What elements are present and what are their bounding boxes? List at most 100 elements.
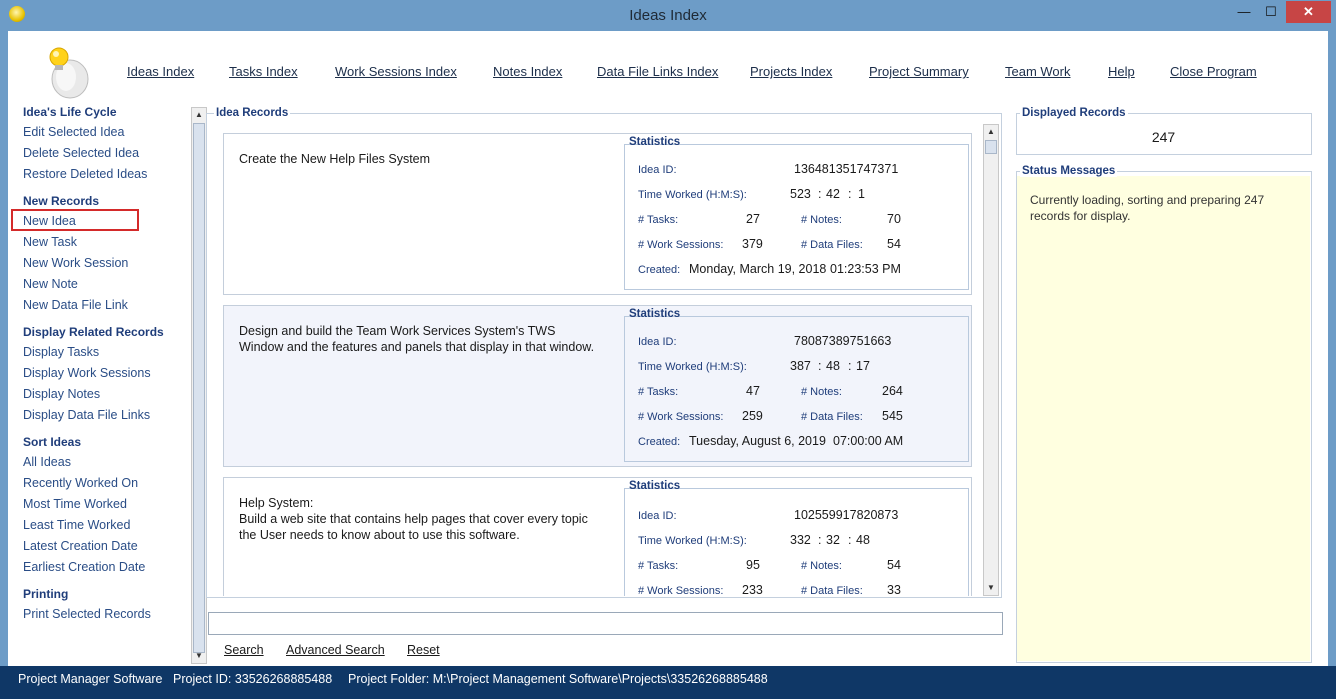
sidebar-earliest-creation-date[interactable]: Earliest Creation Date: [23, 560, 145, 574]
statusbar-project-folder: Project Folder: M:\Project Management So…: [348, 672, 768, 686]
menu-data-file-links-index[interactable]: Data File Links Index: [597, 64, 718, 79]
time-separator: :: [848, 187, 852, 201]
search-input[interactable]: [208, 612, 1003, 635]
sidebar-most-time-worked[interactable]: Most Time Worked: [23, 497, 127, 511]
sidebar-display-data-file-links[interactable]: Display Data File Links: [23, 408, 150, 422]
records-heading: Idea Records: [214, 107, 291, 119]
tasks-label: # Tasks:: [638, 214, 679, 226]
minutes-value: 42: [826, 187, 840, 201]
records-scrollbar[interactable]: ▲ ▼: [983, 124, 999, 596]
statusbar-app-name: Project Manager Software: [18, 672, 163, 686]
scroll-down-arrow-icon[interactable]: ▼: [984, 581, 998, 595]
tasks-label: # Tasks:: [638, 386, 679, 398]
scroll-down-arrow-icon[interactable]: ▼: [192, 649, 206, 663]
menu-close-program[interactable]: Close Program: [1170, 64, 1257, 79]
heading-related-records: Display Related Records: [23, 325, 164, 339]
statusbar-project-id: Project ID: 33526268885488: [173, 672, 333, 686]
notes-label: # Notes:: [801, 386, 842, 398]
sidebar-new-work-session[interactable]: New Work Session: [23, 256, 128, 270]
sidebar-display-tasks[interactable]: Display Tasks: [23, 345, 99, 359]
sidebar-edit-selected-idea[interactable]: Edit Selected Idea: [23, 125, 124, 139]
time-separator: :: [818, 187, 822, 201]
sidebar-print-selected-records[interactable]: Print Selected Records: [23, 607, 151, 621]
idea-record-card[interactable]: Create the New Help Files System Statist…: [223, 133, 972, 295]
time-separator: :: [818, 359, 822, 373]
window-title: Ideas Index: [629, 7, 707, 24]
maximize-button[interactable]: ☐: [1259, 1, 1283, 23]
status-messages-heading: Status Messages: [1020, 165, 1118, 177]
tasks-value: 27: [746, 212, 760, 226]
work-sessions-label: # Work Sessions:: [638, 411, 724, 423]
card-clip: Help System: Build a web site that conta…: [223, 477, 972, 596]
time-separator: :: [848, 533, 852, 547]
minutes-value: 48: [826, 359, 840, 373]
idea-record-card[interactable]: Design and build the Team Work Services …: [223, 305, 972, 467]
menu-help[interactable]: Help: [1108, 64, 1135, 79]
idea-id-value: 136481351747371: [794, 162, 899, 176]
tasks-label: # Tasks:: [638, 560, 679, 572]
sidebar-restore-deleted-ideas[interactable]: Restore Deleted Ideas: [23, 167, 147, 181]
scroll-thumb[interactable]: [193, 123, 205, 653]
menu-projects-index[interactable]: Projects Index: [750, 64, 832, 79]
seconds-value: 1: [858, 187, 865, 201]
data-files-value: 54: [887, 237, 901, 251]
created-time-value: 01:23:53 PM: [830, 262, 901, 276]
idea-record-card[interactable]: Help System: Build a web site that conta…: [223, 477, 972, 596]
created-label: Created:: [638, 436, 681, 448]
displayed-records-heading: Displayed Records: [1020, 107, 1128, 119]
seconds-value: 48: [856, 533, 870, 547]
sidebar-new-note[interactable]: New Note: [23, 277, 78, 291]
notes-value: 264: [882, 384, 903, 398]
sidebar-scrollbar[interactable]: ▲ ▼: [191, 107, 207, 664]
menu-project-summary[interactable]: Project Summary: [869, 64, 969, 79]
sidebar-new-idea[interactable]: New Idea: [23, 214, 76, 228]
sidebar-least-time-worked[interactable]: Least Time Worked: [23, 518, 130, 532]
sidebar-display-work-sessions[interactable]: Display Work Sessions: [23, 366, 151, 380]
idea-id-label: Idea ID:: [638, 164, 677, 176]
statistics-label: Statistics: [629, 308, 681, 320]
notes-label: # Notes:: [801, 214, 842, 226]
sidebar-recently-worked-on[interactable]: Recently Worked On: [23, 476, 138, 490]
status-message-text: Currently loading, sorting and preparing…: [1030, 193, 1265, 223]
sidebar-delete-selected-idea[interactable]: Delete Selected Idea: [23, 146, 139, 160]
advanced-search-button[interactable]: Advanced Search: [286, 643, 385, 657]
minutes-value: 32: [826, 533, 840, 547]
menu-team-work[interactable]: Team Work: [1005, 64, 1071, 79]
tasks-value: 95: [746, 558, 760, 572]
sidebar-latest-creation-date[interactable]: Latest Creation Date: [23, 539, 138, 553]
menu-work-sessions-index[interactable]: Work Sessions Index: [335, 64, 457, 79]
heading-sort-ideas: Sort Ideas: [23, 435, 82, 449]
sidebar-new-task[interactable]: New Task: [23, 235, 77, 249]
statistics-label: Statistics: [629, 480, 681, 492]
notes-value: 70: [887, 212, 901, 226]
created-time-value: 07:00:00 AM: [833, 434, 904, 448]
scroll-up-arrow-icon[interactable]: ▲: [192, 108, 206, 122]
time-worked-label: Time Worked (H:M:S):: [638, 189, 747, 201]
search-button[interactable]: Search: [224, 643, 264, 657]
data-files-label: # Data Files:: [801, 411, 863, 423]
reset-button[interactable]: Reset: [407, 643, 440, 657]
menu-notes-index[interactable]: Notes Index: [493, 64, 562, 79]
menu-ideas-index[interactable]: Ideas Index: [127, 64, 194, 79]
time-worked-label: Time Worked (H:M:S):: [638, 535, 747, 547]
heading-lifecycle: Idea's Life Cycle: [23, 105, 117, 119]
time-separator: :: [848, 359, 852, 373]
scroll-thumb[interactable]: [985, 140, 997, 154]
minimize-button[interactable]: —: [1232, 1, 1256, 23]
heading-new-records: New Records: [23, 194, 100, 208]
work-sessions-label: # Work Sessions:: [638, 585, 724, 596]
idea-description: Help System: Build a web site that conta…: [239, 496, 588, 542]
scroll-up-arrow-icon[interactable]: ▲: [984, 125, 998, 139]
idea-description: Design and build the Team Work Services …: [239, 324, 595, 354]
close-button[interactable]: ✕: [1286, 1, 1331, 23]
notes-label: # Notes:: [801, 560, 842, 572]
created-date-value: Tuesday, August 6, 2019: [689, 434, 826, 448]
sidebar-display-notes[interactable]: Display Notes: [23, 387, 100, 401]
sidebar-all-ideas[interactable]: All Ideas: [23, 455, 71, 469]
menu-tasks-index[interactable]: Tasks Index: [229, 64, 298, 79]
title-bar: Ideas Index — ☐ ✕: [0, 0, 1336, 31]
heading-printing: Printing: [23, 587, 69, 601]
idea-id-label: Idea ID:: [638, 510, 677, 522]
sidebar-new-data-file-link[interactable]: New Data File Link: [23, 298, 128, 312]
status-messages-area: [1017, 176, 1310, 661]
